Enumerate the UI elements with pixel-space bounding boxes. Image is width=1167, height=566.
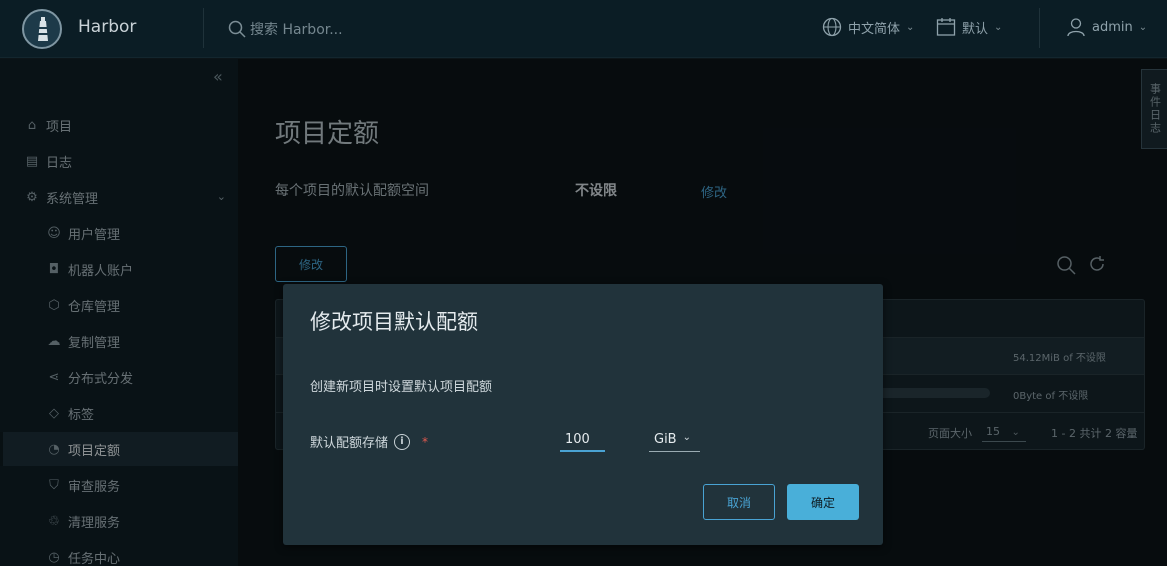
edit-default-quota-modal: 修改项目默认配额 创建新项目时设置默认项目配额 默认配额存储 i * GiB ⌄… [283, 284, 883, 545]
chevron-down-icon: ⌄ [682, 432, 691, 443]
field-label-text: 默认配额存储 [310, 436, 389, 451]
storage-unit-select[interactable]: GiB ⌄ [649, 428, 700, 452]
modal-description: 创建新项目时设置默认项目配额 [310, 380, 493, 395]
cancel-button[interactable]: 取消 [703, 484, 775, 520]
confirm-button[interactable]: 确定 [787, 484, 859, 520]
chevron-down-icon: ⌄ [1138, 21, 1148, 33]
chevron-down-icon: ⌄ [906, 21, 915, 33]
search-icon [228, 20, 246, 38]
storage-unit-value: GiB [654, 432, 677, 447]
modal-title: 修改项目默认配额 [310, 310, 478, 334]
user-icon [1067, 18, 1085, 37]
storage-quota-input[interactable] [560, 428, 605, 452]
date-format-menu[interactable]: 默认 ⌄ [936, 17, 1002, 37]
storage-quota-field-label: 默认配额存储 i * [310, 432, 428, 451]
top-header: Harbor 搜索 Harbor... 中文简体 ⌄ 默认 ⌄ admin ⌄ [0, 0, 1167, 58]
harbor-logo[interactable] [22, 9, 62, 49]
search-placeholder: 搜索 Harbor... [250, 22, 343, 38]
header-divider [203, 8, 204, 48]
header-divider [1039, 8, 1040, 48]
chevron-down-icon: ⌄ [994, 21, 1003, 33]
username: admin [1092, 19, 1133, 35]
globe-icon [822, 17, 842, 37]
calendar-icon [936, 18, 956, 36]
date-format-label: 默认 [962, 21, 989, 37]
language-label: 中文简体 [848, 21, 901, 37]
user-menu[interactable]: admin ⌄ [1066, 17, 1147, 37]
brand-name: Harbor [78, 17, 137, 37]
info-icon[interactable]: i [394, 433, 411, 450]
global-search[interactable]: 搜索 Harbor... [228, 18, 343, 40]
lighthouse-icon [38, 17, 48, 41]
required-marker: * [422, 434, 429, 449]
language-menu[interactable]: 中文简体 ⌄ [822, 17, 914, 37]
